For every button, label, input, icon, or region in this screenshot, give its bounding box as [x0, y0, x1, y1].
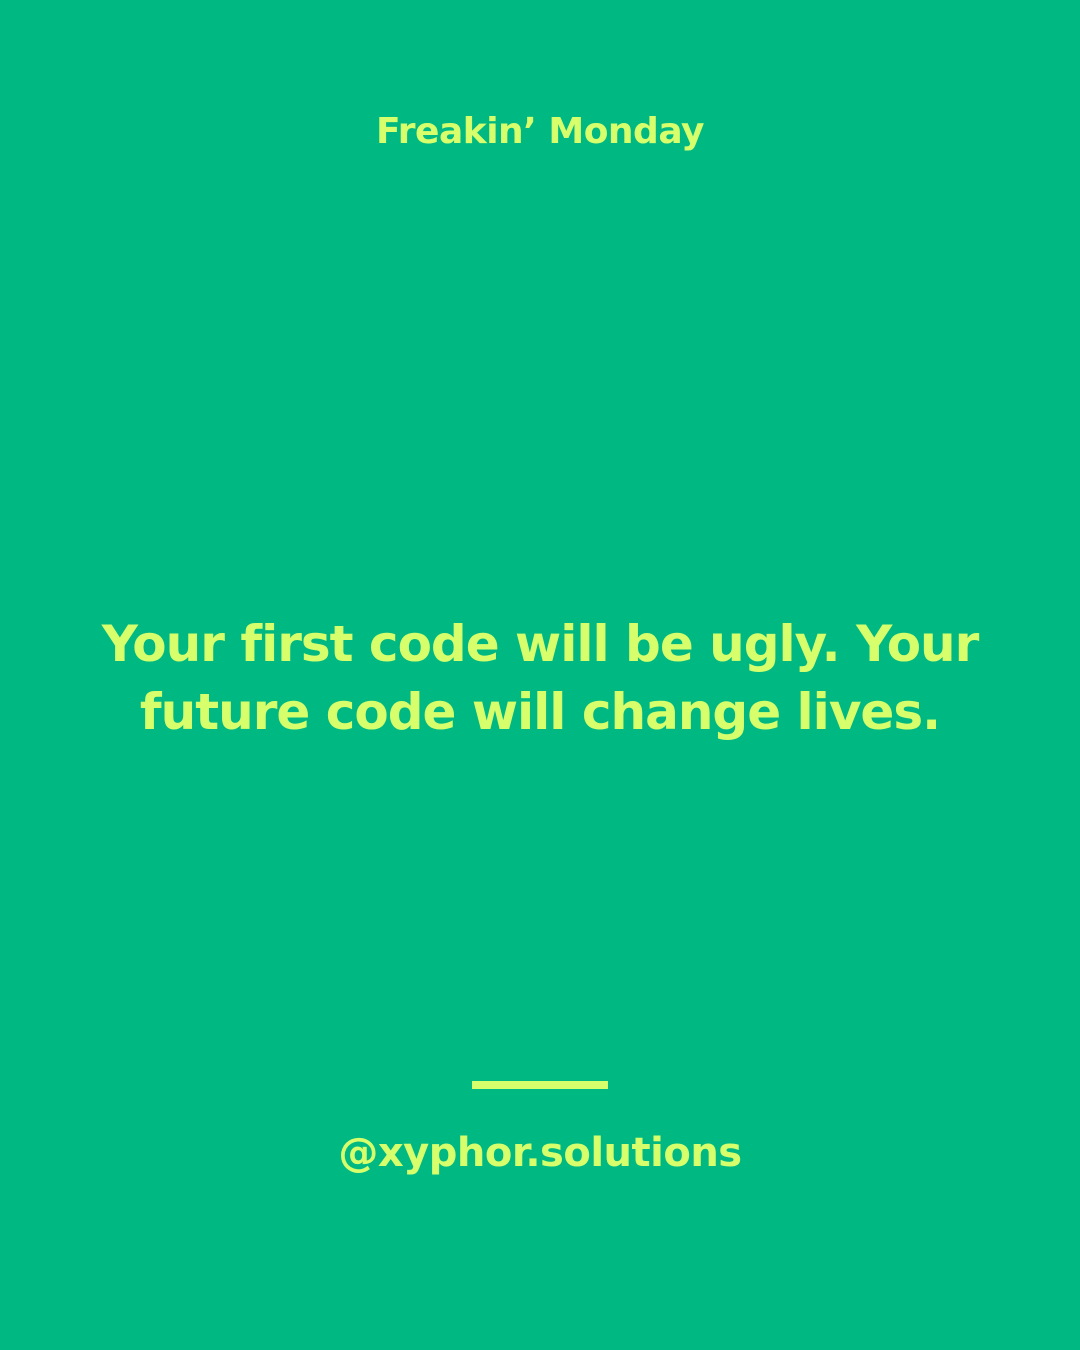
post-canvas: Freakin’ Monday Your first code will be … — [0, 0, 1080, 1350]
social-handle: @xyphor.solutions — [338, 1130, 742, 1176]
quote-text: Your first code will be ugly. Your futur… — [101, 615, 980, 741]
series-title: Freakin’ Monday — [376, 111, 704, 152]
divider-line — [472, 1081, 608, 1089]
